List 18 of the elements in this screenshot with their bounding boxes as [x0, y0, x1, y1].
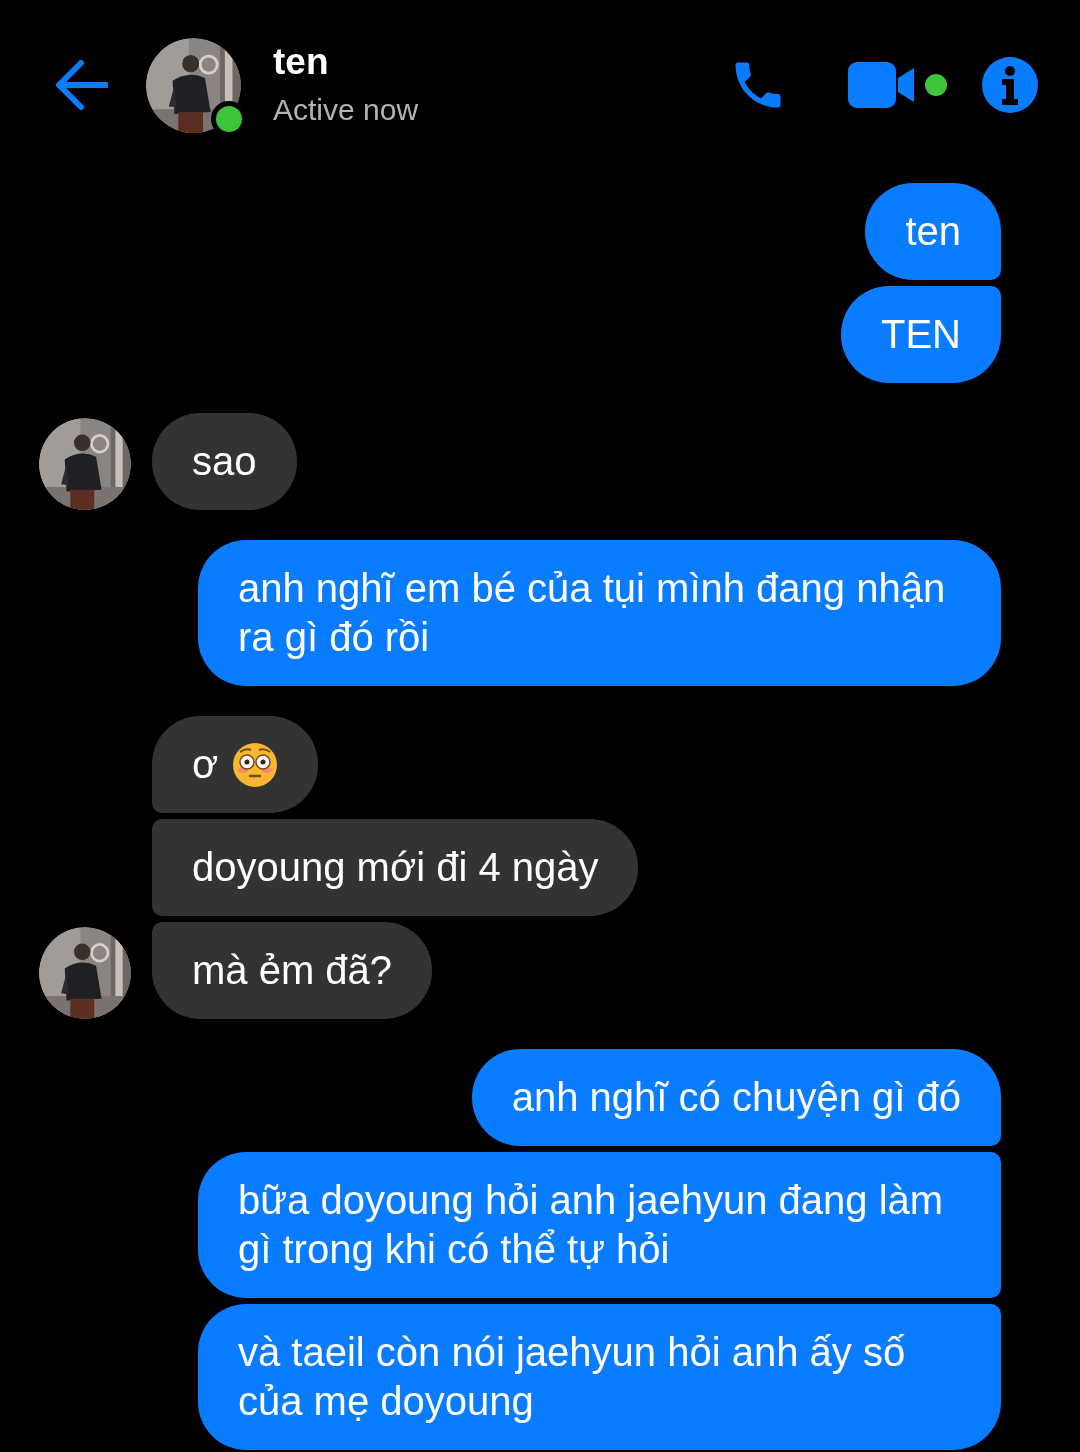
info-icon	[982, 57, 1038, 113]
back-arrow-icon	[54, 60, 108, 110]
message-text: anh nghĩ em bé của tụi mình đang nhận ra gì đó rồi	[238, 565, 947, 661]
contact-name: ten	[273, 40, 330, 84]
message-text: bữa doyoung hỏi anh jaehyun đang làm gì trong khi có thể tự hỏi	[238, 1177, 945, 1273]
message-text: ơ	[192, 741, 219, 788]
message-text: anh nghĩ có chuyện gì đó	[511, 1074, 961, 1121]
message-text: sao	[192, 438, 257, 485]
message-text: doyoung mới đi 4 ngày	[192, 844, 599, 891]
message-text: TEN	[881, 311, 961, 358]
message-text: và taeil còn nói jaehyun hỏi anh ấy số của mẹ doyoung	[238, 1329, 907, 1425]
active-status: Active now	[273, 92, 420, 128]
video-call-button[interactable]	[848, 62, 948, 108]
message-text: ten	[905, 208, 961, 255]
back-button[interactable]	[54, 60, 108, 110]
info-button[interactable]	[982, 57, 1038, 113]
video-camera-icon	[848, 62, 948, 108]
message-text: mà ẻm đã?	[192, 947, 393, 994]
